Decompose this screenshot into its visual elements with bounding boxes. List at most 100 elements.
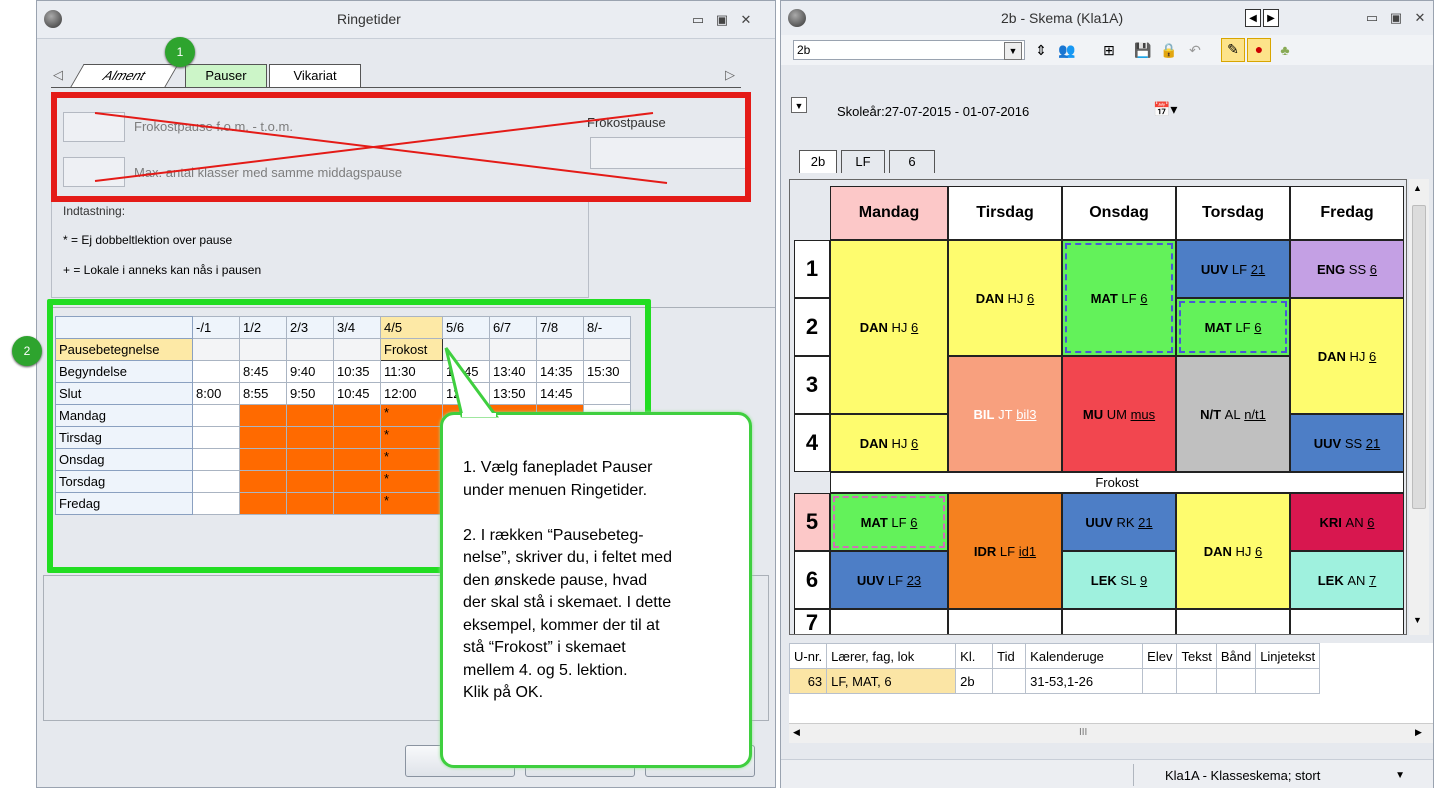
- lesson-cell[interactable]: ENG SS 6: [1290, 240, 1404, 298]
- instruction-callout: 1. Vælg fanepladet Pauser under menuen R…: [440, 412, 752, 768]
- scroll-thumb[interactable]: [1412, 205, 1426, 509]
- edit-icon[interactable]: ✎: [1221, 38, 1245, 62]
- day-header-torsdag: Torsdag: [1176, 186, 1290, 240]
- lesson-cell[interactable]: DAN HJ 6: [830, 240, 948, 414]
- lesson-cell[interactable]: MAT LF 6: [1176, 298, 1290, 356]
- scroll-down-icon[interactable]: ▼: [1413, 615, 1422, 625]
- window-title: 2b - Skema (Kla1A): [1001, 10, 1124, 26]
- search-icon[interactable]: ●: [1247, 38, 1271, 62]
- close-icon[interactable]: ✕: [1411, 9, 1429, 27]
- lesson-cell[interactable]: DAN HJ 6: [830, 414, 948, 472]
- lesson-cell-band[interactable]: [1215, 668, 1257, 694]
- lesson-room: 7: [1369, 572, 1377, 588]
- lesson-cell-linjetekst[interactable]: [1255, 668, 1321, 694]
- step-badge-2: 2: [12, 336, 42, 366]
- minimize-icon[interactable]: ▭: [1363, 9, 1381, 27]
- lesson-cell[interactable]: KRI AN 6: [1290, 493, 1404, 551]
- lesson-teacher: HJ: [1349, 348, 1366, 364]
- lesson-teacher: SL: [1120, 572, 1137, 588]
- lesson-subject: ENG: [1317, 261, 1346, 277]
- lesson-cell[interactable]: DAN HJ 6: [1176, 493, 1290, 609]
- lesson-col-header: Kalenderuge: [1025, 643, 1144, 669]
- lesson-cell[interactable]: MAT LF 6: [1062, 240, 1176, 356]
- lesson-cell-week[interactable]: 31-53,1-26: [1025, 668, 1144, 694]
- lesson-room: 23: [906, 572, 922, 588]
- lesson-teacher: AL: [1224, 406, 1241, 422]
- lesson-subject: DAN: [975, 290, 1004, 306]
- lesson-teacher: HJ: [891, 435, 908, 451]
- lesson-cell[interactable]: N/T AL n/t1: [1176, 356, 1290, 472]
- subtab-6[interactable]: 6: [889, 150, 935, 173]
- lesson-cell[interactable]: LEK SL 9: [1062, 551, 1176, 609]
- lesson-col-header: Kl.: [955, 643, 994, 669]
- view-select-value: Kla1A - Klasseskema; stort: [1165, 768, 1321, 783]
- lesson-cell[interactable]: UUV LF 23: [830, 551, 948, 609]
- chevron-down-icon[interactable]: ▼: [1395, 770, 1405, 781]
- lesson-teacher: LF: [1231, 261, 1248, 277]
- toolbar: 2b ▼ ⇕ 👥 ⊞ 💾 🔒 ↶ ✎ ● ♣: [781, 35, 1433, 65]
- people-icon[interactable]: ♣: [1275, 40, 1295, 60]
- lesson-subject: MAT: [1204, 319, 1232, 335]
- lesson-cell-unr[interactable]: 63: [789, 668, 828, 694]
- lesson-col-header: U-nr.: [789, 643, 828, 669]
- lesson-cell-class[interactable]: 2b: [955, 668, 994, 694]
- empty-cell[interactable]: [830, 609, 948, 634]
- chevron-down-icon[interactable]: ▼: [1004, 42, 1022, 60]
- legend-star: * = Ej dobbeltlektion over pause: [63, 233, 233, 247]
- lesson-cell[interactable]: MAT LF 6: [830, 493, 948, 551]
- next-arrow-icon[interactable]: ▶: [1263, 9, 1279, 27]
- lesson-cell[interactable]: LEK AN 7: [1290, 551, 1404, 609]
- indtastning-group: [51, 202, 589, 298]
- lesson-cell[interactable]: BIL JT bil3: [948, 356, 1062, 472]
- subtab-2b[interactable]: 2b: [799, 150, 837, 173]
- class-selector[interactable]: 2b ▼: [793, 40, 1025, 60]
- lesson-room: 6: [910, 514, 918, 530]
- lesson-cell[interactable]: MU UM mus: [1062, 356, 1176, 472]
- grid-icon[interactable]: ⊞: [1099, 40, 1119, 60]
- lesson-cell[interactable]: DAN HJ 6: [948, 240, 1062, 356]
- lesson-cell-tekst[interactable]: [1176, 668, 1217, 694]
- lesson-cell-teacher[interactable]: LF, MAT, 6: [826, 668, 957, 694]
- lesson-subject: UUV: [1085, 514, 1113, 530]
- collapse-toggle-icon[interactable]: ▼: [791, 97, 807, 113]
- lesson-room: 6: [911, 435, 919, 451]
- lesson-cell[interactable]: UUV RK 21: [1062, 493, 1176, 551]
- lesson-room: 21: [1365, 435, 1381, 451]
- lesson-subject: DAN: [859, 319, 888, 335]
- lesson-subject: UUV: [856, 572, 885, 588]
- lesson-col-header: Lærer, fag, lok: [826, 643, 957, 669]
- lesson-room: 6: [1027, 290, 1035, 306]
- maximize-icon[interactable]: ▣: [1387, 9, 1405, 27]
- lesson-teacher: AN: [1347, 572, 1366, 588]
- lesson-cell-tid[interactable]: [992, 668, 1027, 694]
- undo-icon[interactable]: ↶: [1185, 40, 1205, 60]
- lesson-cell-elev[interactable]: [1142, 668, 1178, 694]
- lesson-cell[interactable]: UUV SS 21: [1290, 414, 1404, 472]
- lock-icon[interactable]: 🔒: [1159, 40, 1179, 60]
- view-select[interactable]: Kla1A - Klasseskema; stort ▼: [1165, 768, 1405, 786]
- scroll-up-icon[interactable]: ▲: [1413, 183, 1422, 193]
- lesson-teacher: LF: [999, 543, 1016, 559]
- lesson-table-wrap: U-nr. Lærer, fag, lok Kl. Tid Kalenderug…: [789, 643, 1433, 735]
- row-number-5: 5: [794, 493, 830, 551]
- scroll-left-icon[interactable]: ◀: [793, 727, 800, 738]
- empty-cell[interactable]: [1062, 609, 1176, 634]
- status-divider: [1133, 764, 1134, 786]
- lesson-hscrollbar[interactable]: ◀ III ▶: [789, 723, 1433, 743]
- lesson-cell[interactable]: DAN HJ 6: [1290, 298, 1404, 414]
- save-icon[interactable]: 💾: [1133, 40, 1153, 60]
- empty-cell[interactable]: [948, 609, 1062, 634]
- schedule-scrollbar[interactable]: ▲ ▼: [1409, 179, 1429, 635]
- spin-icon[interactable]: ⇕: [1031, 40, 1051, 60]
- lesson-cell[interactable]: UUV LF 21: [1176, 240, 1290, 298]
- prev-arrow-icon[interactable]: ◀: [1245, 9, 1261, 27]
- calendar-icon[interactable]: 📅▾: [1153, 101, 1193, 123]
- subtab-lf[interactable]: LF: [841, 150, 885, 173]
- scroll-right-icon[interactable]: ▶: [1415, 727, 1422, 738]
- lesson-subject: IDR: [973, 543, 997, 559]
- lesson-cell[interactable]: IDR LF id1: [948, 493, 1062, 609]
- lesson-subject: KRI: [1319, 514, 1342, 530]
- empty-cell[interactable]: [1290, 609, 1404, 634]
- empty-cell[interactable]: [1176, 609, 1290, 634]
- users-icon[interactable]: 👥: [1057, 40, 1077, 60]
